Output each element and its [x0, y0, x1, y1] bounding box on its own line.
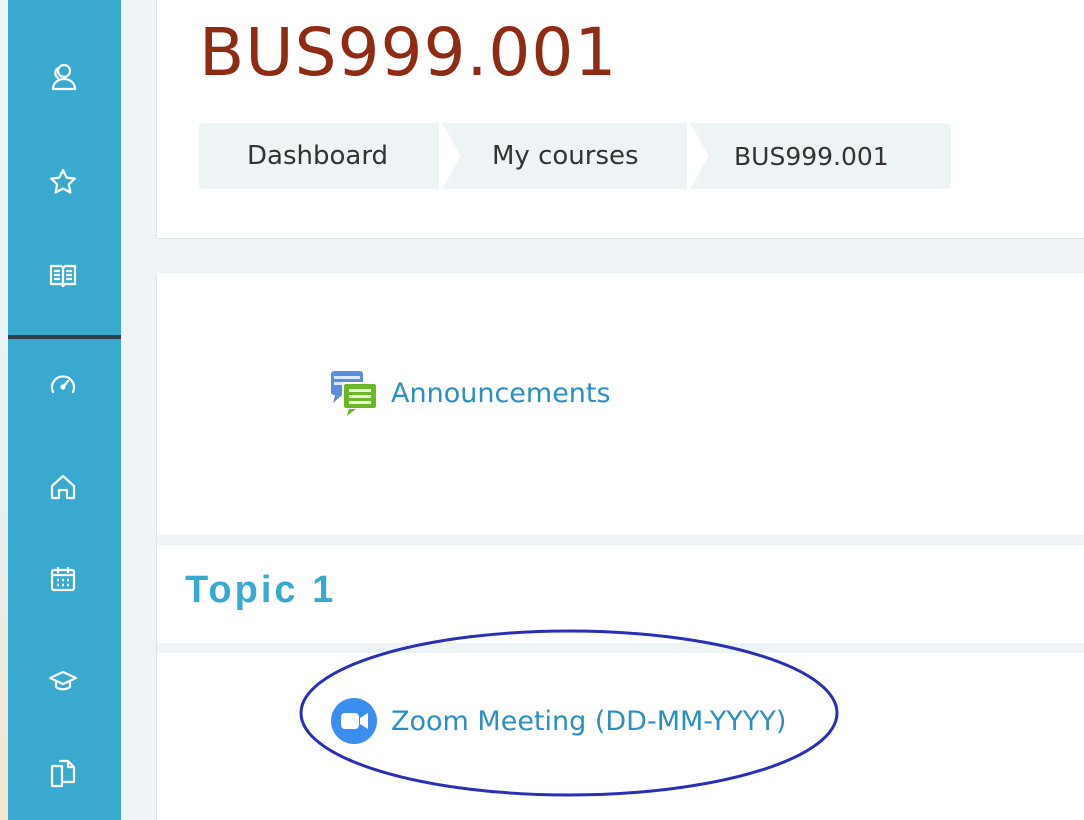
breadcrumb-separator — [439, 123, 461, 189]
page-header: BUS999.001 Dashboard My courses BUS999.0… — [156, 0, 1084, 239]
home-icon[interactable] — [46, 470, 80, 504]
section-divider — [157, 643, 1084, 653]
announcements-link[interactable]: Announcements — [391, 378, 611, 409]
breadcrumb-my-courses[interactable]: My courses — [444, 123, 692, 189]
section-title: Topic 1 — [185, 569, 337, 611]
breadcrumb: Dashboard My courses BUS999.001 — [199, 123, 951, 189]
breadcrumb-course[interactable]: BUS999.001 — [692, 123, 889, 189]
dashboard-icon[interactable] — [46, 368, 80, 402]
calendar-icon[interactable] — [46, 562, 80, 596]
announcements-activity[interactable]: Announcements — [329, 369, 611, 417]
breadcrumb-dashboard[interactable]: Dashboard — [199, 123, 444, 189]
sidebar-divider — [8, 335, 121, 339]
zoom-icon — [329, 696, 379, 746]
participants-icon[interactable] — [46, 60, 80, 94]
graduation-cap-icon[interactable] — [46, 664, 80, 698]
course-content: Announcements Topic 1 Zoom Meeting (DD-M… — [156, 273, 1084, 820]
window-edge — [0, 0, 8, 820]
page-title: BUS999.001 — [199, 14, 618, 91]
star-icon[interactable] — [46, 165, 80, 199]
breadcrumb-separator — [687, 123, 709, 189]
zoom-activity[interactable]: Zoom Meeting (DD-MM-YYYY) — [329, 696, 786, 746]
forum-icon — [329, 369, 379, 417]
files-icon[interactable] — [46, 756, 80, 790]
section-divider — [157, 535, 1084, 545]
zoom-meeting-link[interactable]: Zoom Meeting (DD-MM-YYYY) — [391, 706, 786, 737]
sidebar-nav — [8, 0, 121, 820]
book-icon[interactable] — [46, 258, 80, 292]
